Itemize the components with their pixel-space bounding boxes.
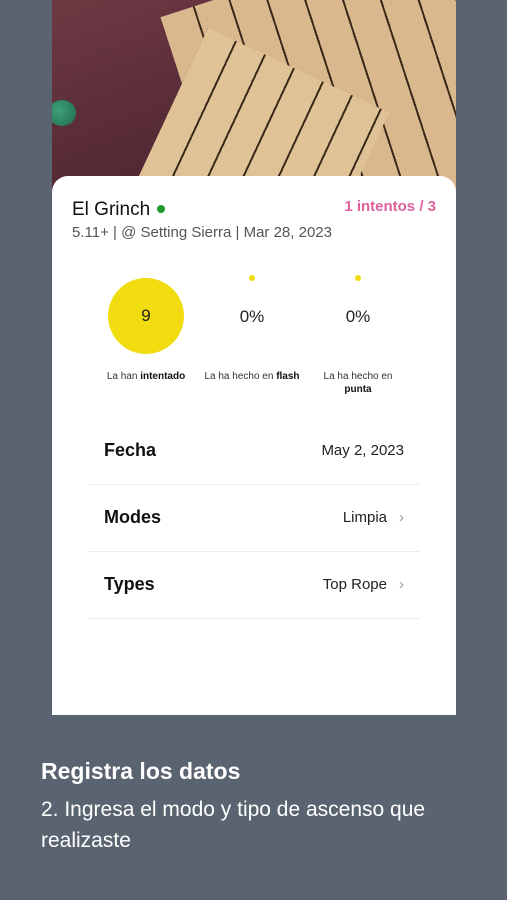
field-row-modes[interactable]: Modes Limpia › xyxy=(88,485,420,552)
route-meta: 5.11+ | @ Setting Sierra | Mar 28, 2023 xyxy=(72,224,332,241)
phone-screen: El Grinch 1 intentos / 3 5.11+ | @ Setti… xyxy=(52,0,456,715)
field-label-date: Fecha xyxy=(104,440,157,460)
route-title: El Grinch xyxy=(72,199,166,221)
field-value-date[interactable]: May 2, 2023 xyxy=(321,442,404,459)
chevron-right-icon: › xyxy=(399,576,404,593)
field-value-modes[interactable]: Limpia › xyxy=(343,509,404,526)
stat-attempted-value: 9 xyxy=(108,278,184,354)
stat-flash-label: La ha hecho en flash xyxy=(204,371,300,382)
stat-flash-dot-icon xyxy=(249,275,255,281)
stat-onsight-dot-icon xyxy=(355,275,361,281)
route-photo xyxy=(52,0,456,200)
route-card: El Grinch 1 intentos / 3 5.11+ | @ Setti… xyxy=(52,176,456,715)
field-label-types: Types xyxy=(104,574,155,594)
field-label-modes: Modes xyxy=(104,507,162,527)
field-value-types[interactable]: Top Rope › xyxy=(323,576,404,593)
stat-onsight-value: 0% xyxy=(345,307,371,326)
attempts-counter[interactable]: 1 intentos / 3 xyxy=(344,198,436,215)
chevron-right-icon: › xyxy=(399,509,404,526)
caption-title: Registra los datos xyxy=(41,758,241,784)
stat-attempted-label: La han intentado xyxy=(106,371,186,382)
route-name: El Grinch xyxy=(72,199,151,220)
field-row-date[interactable]: Fecha May 2, 2023 xyxy=(88,418,420,485)
stat-flash-value: 0% xyxy=(239,307,265,326)
status-dot-icon xyxy=(157,204,166,213)
field-row-types[interactable]: Types Top Rope › xyxy=(88,552,420,619)
caption-text: 2. Ingresa el modo y tipo de ascenso que… xyxy=(41,798,426,852)
stat-onsight-label: La ha hecho en punta xyxy=(323,371,393,395)
